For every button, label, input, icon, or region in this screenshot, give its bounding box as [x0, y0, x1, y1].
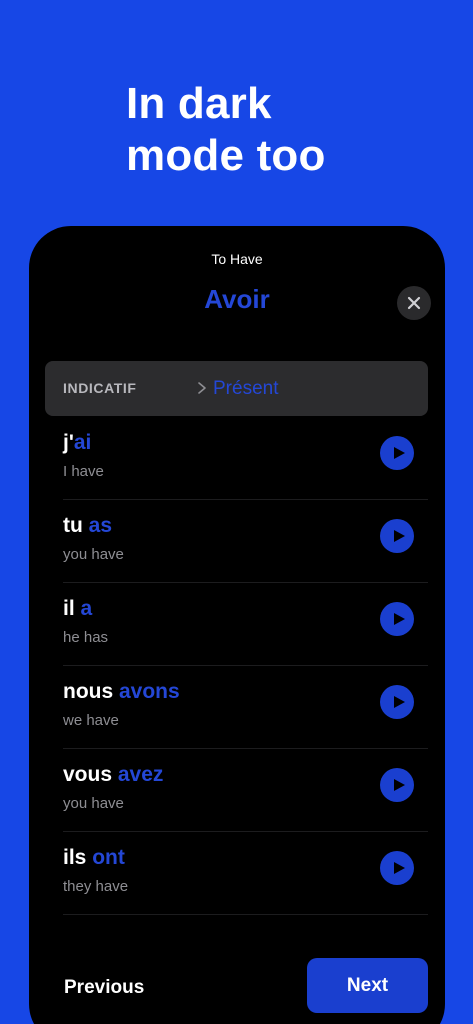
conjugation-translation: he has — [63, 629, 109, 646]
conjugation-form: il a — [63, 597, 92, 621]
verb-form: ai — [73, 431, 92, 454]
pronoun: nous — [63, 680, 119, 703]
play-audio-button[interactable] — [380, 685, 414, 719]
conjugation-form: nous avons — [63, 680, 180, 704]
conjugation-form: vous avez — [63, 763, 163, 787]
conjugation-translation: we have — [63, 712, 119, 729]
conjugation-row: vous avez you have — [63, 749, 428, 832]
close-button[interactable] — [397, 286, 431, 320]
verb-form: avez — [117, 763, 164, 786]
verb-title: Avoir — [204, 284, 270, 314]
verb-form: ont — [92, 846, 125, 869]
pronoun: vous — [63, 763, 118, 786]
pronoun: il — [63, 597, 81, 620]
conjugation-translation: you have — [63, 795, 124, 812]
play-icon — [393, 613, 405, 625]
verb-form: avons — [119, 680, 180, 703]
promo-headline-line-2: mode too — [126, 131, 326, 180]
mood-label: INDICATIF — [63, 380, 137, 396]
pronoun: ils — [63, 846, 93, 869]
pronoun: tu — [63, 514, 89, 537]
conjugation-list: j'ai I have tu as you have il a he has n… — [63, 417, 428, 915]
play-icon — [393, 779, 405, 791]
conjugation-row: ils ont they have — [63, 832, 428, 915]
app-store-screenshot: In dark mode too To Have Avoir INDICATIF… — [0, 0, 473, 1024]
play-icon — [393, 696, 405, 708]
promo-headline-line-1: In dark — [126, 79, 272, 128]
conjugation-row: nous avons we have — [63, 666, 428, 749]
conjugation-translation: they have — [63, 878, 129, 895]
pronoun: j' — [63, 431, 74, 454]
conjugation-translation: you have — [63, 546, 124, 563]
play-audio-button[interactable] — [380, 602, 414, 636]
tense-selector[interactable]: INDICATIF Présent — [45, 361, 428, 416]
verb-form: a — [80, 597, 93, 620]
next-button[interactable]: Next — [307, 958, 428, 1013]
conjugation-form: ils ont — [63, 846, 125, 870]
previous-button[interactable]: Previous — [64, 968, 144, 1008]
play-icon — [393, 447, 405, 459]
tense-label: Présent — [213, 378, 279, 399]
verb-form: as — [88, 514, 113, 537]
conjugation-row: tu as you have — [63, 500, 428, 583]
play-audio-button[interactable] — [380, 851, 414, 885]
promo-headline: In dark mode too — [126, 78, 446, 182]
chevron-right-icon — [198, 382, 206, 394]
verb-translation-subtitle: To Have — [211, 251, 263, 267]
phone-screen: To Have Avoir INDICATIF Présent j'ai I h… — [29, 226, 445, 1024]
play-audio-button[interactable] — [380, 768, 414, 802]
play-audio-button[interactable] — [380, 436, 414, 470]
conjugation-row: il a he has — [63, 583, 428, 666]
play-audio-button[interactable] — [380, 519, 414, 553]
conjugation-form: tu as — [63, 514, 112, 538]
close-icon — [407, 296, 421, 310]
play-icon — [393, 530, 405, 542]
conjugation-translation: I have — [63, 463, 104, 480]
conjugation-form: j'ai — [63, 431, 91, 455]
play-icon — [393, 862, 405, 874]
conjugation-row: j'ai I have — [63, 417, 428, 500]
